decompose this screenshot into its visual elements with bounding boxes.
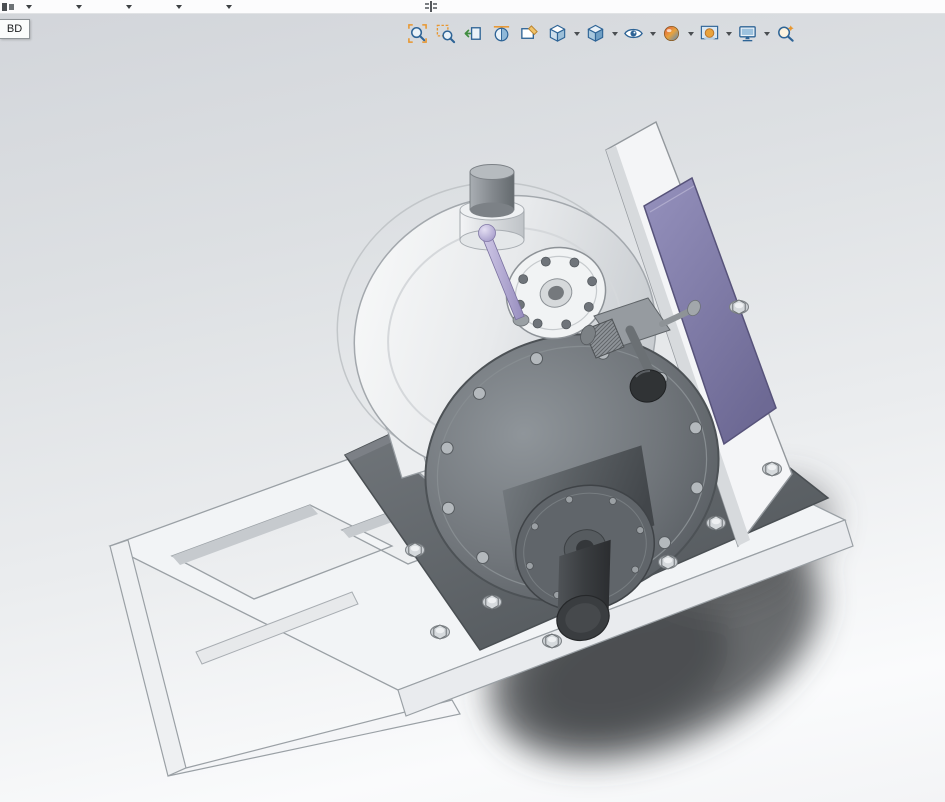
display-style-button[interactable] xyxy=(582,20,609,47)
zoom-to-fit-button[interactable] xyxy=(404,20,431,47)
previous-view-button[interactable] xyxy=(460,20,487,47)
ic-previous-view xyxy=(463,23,484,44)
heads-up-view-toolbar xyxy=(404,20,799,47)
app-icon xyxy=(2,2,16,12)
ic-zoom-fit xyxy=(407,23,428,44)
hide-show-items-button[interactable] xyxy=(620,20,647,47)
ic-view-orientation xyxy=(547,23,568,44)
dropdown-arrow-icon[interactable] xyxy=(686,20,695,47)
dropdown-arrow-icon[interactable] xyxy=(648,20,657,47)
ic-hide-show xyxy=(623,23,644,44)
drawing-annotation-button[interactable] xyxy=(516,20,543,47)
dropdown-arrow-icon[interactable] xyxy=(610,20,619,47)
view-tab-label: BD xyxy=(7,23,22,35)
section-view-button[interactable] xyxy=(488,20,515,47)
ic-scene xyxy=(699,23,720,44)
top-toolbar xyxy=(0,0,945,14)
view-orientation-button[interactable] xyxy=(544,20,571,47)
ic-view-settings xyxy=(737,23,758,44)
graphics-area[interactable] xyxy=(0,0,945,802)
view-settings-button[interactable] xyxy=(734,20,761,47)
toolbar-dropdown-arrow[interactable] xyxy=(26,5,32,9)
apply-scene-button[interactable] xyxy=(696,20,723,47)
view-tab[interactable]: BD xyxy=(0,19,30,39)
toolbar-handle-icon[interactable] xyxy=(424,1,438,12)
dropdown-arrow-icon[interactable] xyxy=(572,20,581,47)
ic-appearance xyxy=(661,23,682,44)
cad-application-window: BD xyxy=(0,0,945,802)
ic-drawing-view xyxy=(519,23,540,44)
dropdown-arrow-icon[interactable] xyxy=(762,20,771,47)
ic-zoom-area xyxy=(435,23,456,44)
magnified-selection-button[interactable] xyxy=(772,20,799,47)
toolbar-dropdown-arrow[interactable] xyxy=(76,5,82,9)
ic-section-view xyxy=(491,23,512,44)
toolbar-dropdown-arrow[interactable] xyxy=(176,5,182,9)
toolbar-dropdown-arrow[interactable] xyxy=(226,5,232,9)
model-canvas[interactable] xyxy=(0,0,945,802)
dropdown-arrow-icon[interactable] xyxy=(724,20,733,47)
ic-magnify xyxy=(775,23,796,44)
zoom-to-area-button[interactable] xyxy=(432,20,459,47)
ic-display-style xyxy=(585,23,606,44)
edit-appearance-button[interactable] xyxy=(658,20,685,47)
toolbar-dropdown-arrow[interactable] xyxy=(126,5,132,9)
